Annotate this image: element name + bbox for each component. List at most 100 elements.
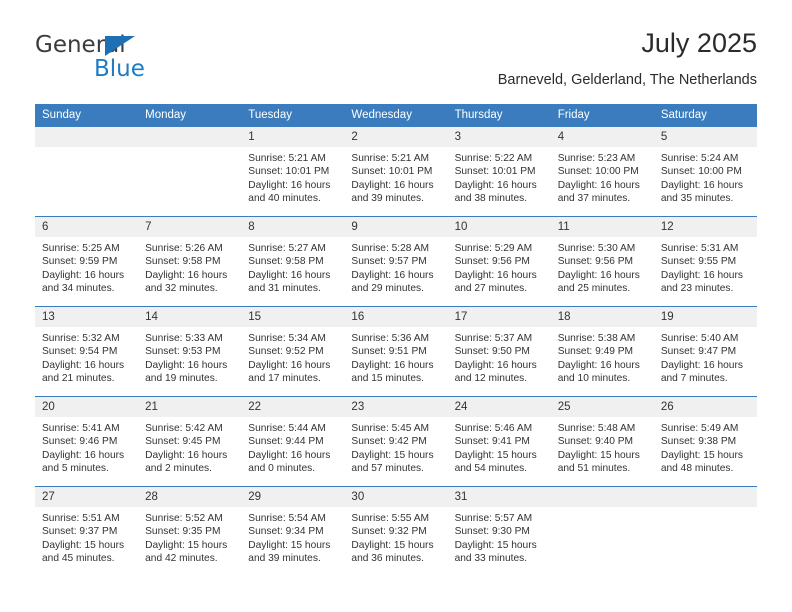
day-details: Sunrise: 5:29 AM Sunset: 9:56 PM Daylight:… bbox=[448, 237, 551, 296]
sunrise-text: Sunrise: 5:23 AM bbox=[557, 153, 636, 164]
day-number bbox=[653, 487, 757, 507]
daylight-text: Daylight: 16 hours bbox=[660, 269, 743, 281]
day-number: 30 bbox=[344, 487, 448, 507]
sunset-text: Sunset: 9:34 PM bbox=[248, 526, 324, 538]
weekday-header-friday: Friday bbox=[550, 104, 654, 127]
daylight-text: Daylight: 15 hours bbox=[248, 539, 331, 551]
calendar-day-cell[interactable]: 12 Sunrise: 5:31 AM Sunset: 9:55 PM Dayligh… bbox=[653, 216, 757, 307]
daylight-text: and 38 minutes. bbox=[454, 193, 528, 205]
sunset-text: Sunset: 9:51 PM bbox=[351, 346, 427, 358]
day-number: 23 bbox=[344, 397, 448, 417]
day-number: 4 bbox=[550, 127, 654, 147]
calendar-day-cell[interactable]: 14 Sunrise: 5:33 AM Sunset: 9:53 PM Dayligh… bbox=[138, 306, 242, 397]
calendar-day-cell[interactable]: 27 Sunrise: 5:51 AM Sunset: 9:37 PM Dayligh… bbox=[35, 486, 139, 576]
daylight-text: and 32 minutes. bbox=[145, 283, 218, 295]
calendar-day-cell[interactable]: 5 Sunrise: 5:24 AM Sunset: 10:00 PM Dayligh… bbox=[653, 127, 757, 217]
sunrise-text: Sunrise: 5:41 AM bbox=[42, 423, 120, 434]
calendar-day-cell[interactable]: 25 Sunrise: 5:48 AM Sunset: 9:40 PM Dayligh… bbox=[550, 396, 654, 487]
day-details: Sunrise: 5:55 AM Sunset: 9:32 PM Daylight:… bbox=[344, 507, 447, 566]
sunset-text: Sunset: 9:37 PM bbox=[42, 526, 118, 538]
daylight-text: Daylight: 15 hours bbox=[454, 449, 537, 461]
sunset-text: Sunset: 9:53 PM bbox=[145, 346, 221, 358]
calendar-day-cell[interactable]: 21 Sunrise: 5:42 AM Sunset: 9:45 PM Dayligh… bbox=[138, 396, 242, 487]
day-number: 1 bbox=[241, 127, 345, 147]
day-number: 13 bbox=[35, 307, 139, 327]
calendar-day-cell[interactable]: 9 Sunrise: 5:28 AM Sunset: 9:57 PM Daylight… bbox=[344, 216, 448, 307]
daylight-text: and 15 minutes. bbox=[351, 373, 424, 385]
daylight-text: Daylight: 15 hours bbox=[454, 539, 537, 551]
calendar-day-cell[interactable]: 26 Sunrise: 5:49 AM Sunset: 9:38 PM Dayligh… bbox=[653, 396, 757, 487]
daylight-text: Daylight: 16 hours bbox=[557, 269, 640, 281]
daylight-text: and 40 minutes. bbox=[248, 193, 321, 205]
calendar-day-cell[interactable]: 13 Sunrise: 5:32 AM Sunset: 9:54 PM Dayligh… bbox=[35, 306, 139, 397]
calendar-day-cell[interactable]: 2 Sunrise: 5:21 AM Sunset: 10:01 PM Dayligh… bbox=[344, 127, 448, 217]
daylight-text: Daylight: 15 hours bbox=[42, 539, 125, 551]
day-details: Sunrise: 5:30 AM Sunset: 9:56 PM Daylight:… bbox=[551, 237, 654, 296]
day-number: 27 bbox=[35, 487, 139, 507]
weekday-header-tuesday: Tuesday bbox=[241, 104, 345, 127]
weekday-header-saturday: Saturday bbox=[653, 104, 757, 127]
calendar-day-cell[interactable]: 1 Sunrise: 5:21 AM Sunset: 10:01 PM Dayligh… bbox=[241, 127, 345, 217]
daylight-text: and 17 minutes. bbox=[248, 373, 321, 385]
daylight-text: Daylight: 16 hours bbox=[557, 179, 640, 191]
calendar-day-cell[interactable]: 11 Sunrise: 5:30 AM Sunset: 9:56 PM Dayligh… bbox=[550, 216, 654, 307]
calendar-day-cell[interactable]: 15 Sunrise: 5:34 AM Sunset: 9:52 PM Dayligh… bbox=[241, 306, 345, 397]
calendar-day-cell[interactable]: 3 Sunrise: 5:22 AM Sunset: 10:01 PM Dayligh… bbox=[447, 127, 551, 217]
day-details: Sunrise: 5:27 AM Sunset: 9:58 PM Daylight:… bbox=[241, 237, 344, 296]
calendar-day-cell[interactable]: 4 Sunrise: 5:23 AM Sunset: 10:00 PM Dayligh… bbox=[550, 127, 654, 217]
sunrise-text: Sunrise: 5:54 AM bbox=[248, 513, 326, 524]
sunset-text: Sunset: 9:49 PM bbox=[557, 346, 634, 358]
day-number: 18 bbox=[550, 307, 654, 327]
calendar-day-cell[interactable]: 20 Sunrise: 5:41 AM Sunset: 9:46 PM Dayligh… bbox=[35, 396, 139, 487]
daylight-text: Daylight: 16 hours bbox=[145, 269, 228, 281]
day-details: Sunrise: 5:52 AM Sunset: 9:35 PM Daylight:… bbox=[138, 507, 241, 566]
calendar-day-cell[interactable]: 22 Sunrise: 5:44 AM Sunset: 9:44 PM Dayligh… bbox=[241, 396, 345, 487]
calendar-day-cell[interactable]: 10 Sunrise: 5:29 AM Sunset: 9:56 PM Dayligh… bbox=[447, 216, 551, 307]
calendar-day-cell[interactable]: 6 Sunrise: 5:25 AM Sunset: 9:59 PM Daylight… bbox=[35, 216, 139, 307]
weekday-headers: Sunday Monday Tuesday Wednesday Thursday Frid… bbox=[35, 104, 757, 127]
calendar-day-cell[interactable]: 16 Sunrise: 5:36 AM Sunset: 9:51 PM Dayligh… bbox=[344, 306, 448, 397]
sunrise-text: Sunrise: 5:27 AM bbox=[248, 243, 326, 254]
sunrise-text: Sunrise: 5:51 AM bbox=[42, 513, 120, 524]
calendar-day-cell[interactable]: 31 Sunrise: 5:57 AM Sunset: 9:30 PM Dayligh… bbox=[447, 486, 551, 576]
sunset-text: Sunset: 9:44 PM bbox=[248, 436, 324, 448]
daylight-text: and 39 minutes. bbox=[248, 553, 321, 565]
day-number bbox=[35, 127, 139, 147]
sunset-text: Sunset: 10:01 PM bbox=[351, 166, 433, 178]
calendar-day-cell[interactable]: 17 Sunrise: 5:37 AM Sunset: 9:50 PM Dayligh… bbox=[447, 306, 551, 397]
calendar-cell-empty bbox=[653, 486, 757, 576]
day-details: Sunrise: 5:32 AM Sunset: 9:54 PM Daylight:… bbox=[35, 327, 138, 386]
day-details bbox=[654, 507, 757, 512]
day-number: 5 bbox=[653, 127, 757, 147]
calendar-day-cell[interactable]: 30 Sunrise: 5:55 AM Sunset: 9:32 PM Dayligh… bbox=[344, 486, 448, 576]
day-details: Sunrise: 5:49 AM Sunset: 9:38 PM Daylight:… bbox=[654, 417, 757, 476]
sunrise-text: Sunrise: 5:22 AM bbox=[454, 153, 533, 164]
day-details: Sunrise: 5:54 AM Sunset: 9:34 PM Daylight:… bbox=[241, 507, 344, 566]
sunrise-text: Sunrise: 5:37 AM bbox=[454, 333, 533, 344]
day-number: 21 bbox=[138, 397, 242, 417]
calendar-day-cell[interactable]: 28 Sunrise: 5:52 AM Sunset: 9:35 PM Dayligh… bbox=[138, 486, 242, 576]
sunrise-text: Sunrise: 5:34 AM bbox=[248, 333, 326, 344]
calendar-day-cell[interactable]: 18 Sunrise: 5:38 AM Sunset: 9:49 PM Dayligh… bbox=[550, 306, 654, 397]
sunset-text: Sunset: 9:52 PM bbox=[248, 346, 324, 358]
sunset-text: Sunset: 9:35 PM bbox=[145, 526, 221, 538]
calendar-day-cell[interactable]: 19 Sunrise: 5:40 AM Sunset: 9:47 PM Dayligh… bbox=[653, 306, 757, 397]
day-details: Sunrise: 5:25 AM Sunset: 9:59 PM Daylight:… bbox=[35, 237, 138, 296]
day-number: 3 bbox=[447, 127, 551, 147]
calendar-day-cell[interactable]: 7 Sunrise: 5:26 AM Sunset: 9:58 PM Daylight… bbox=[138, 216, 242, 307]
calendar-day-cell[interactable]: 24 Sunrise: 5:46 AM Sunset: 9:41 PM Dayligh… bbox=[447, 396, 551, 487]
sunrise-text: Sunrise: 5:24 AM bbox=[660, 153, 739, 164]
sunset-text: Sunset: 9:41 PM bbox=[454, 436, 530, 448]
day-number: 7 bbox=[138, 217, 242, 237]
general-blue-logo[interactable]: General Blue bbox=[35, 32, 215, 86]
calendar-week-row: 27 Sunrise: 5:51 AM Sunset: 9:37 PM Dayligh… bbox=[35, 486, 757, 576]
sunrise-text: Sunrise: 5:38 AM bbox=[557, 333, 636, 344]
calendar-week-row: 13 Sunrise: 5:32 AM Sunset: 9:54 PM Dayligh… bbox=[35, 306, 757, 397]
calendar-day-cell[interactable]: 8 Sunrise: 5:27 AM Sunset: 9:58 PM Daylight… bbox=[241, 216, 345, 307]
calendar-day-cell[interactable]: 29 Sunrise: 5:54 AM Sunset: 9:34 PM Dayligh… bbox=[241, 486, 345, 576]
sunset-text: Sunset: 9:30 PM bbox=[454, 526, 530, 538]
weekday-header-wednesday: Wednesday bbox=[344, 104, 448, 127]
calendar-day-cell[interactable]: 23 Sunrise: 5:45 AM Sunset: 9:42 PM Dayligh… bbox=[344, 396, 448, 487]
day-details: Sunrise: 5:22 AM Sunset: 10:01 PM Daylight… bbox=[448, 147, 551, 206]
daylight-text: Daylight: 15 hours bbox=[351, 539, 434, 551]
